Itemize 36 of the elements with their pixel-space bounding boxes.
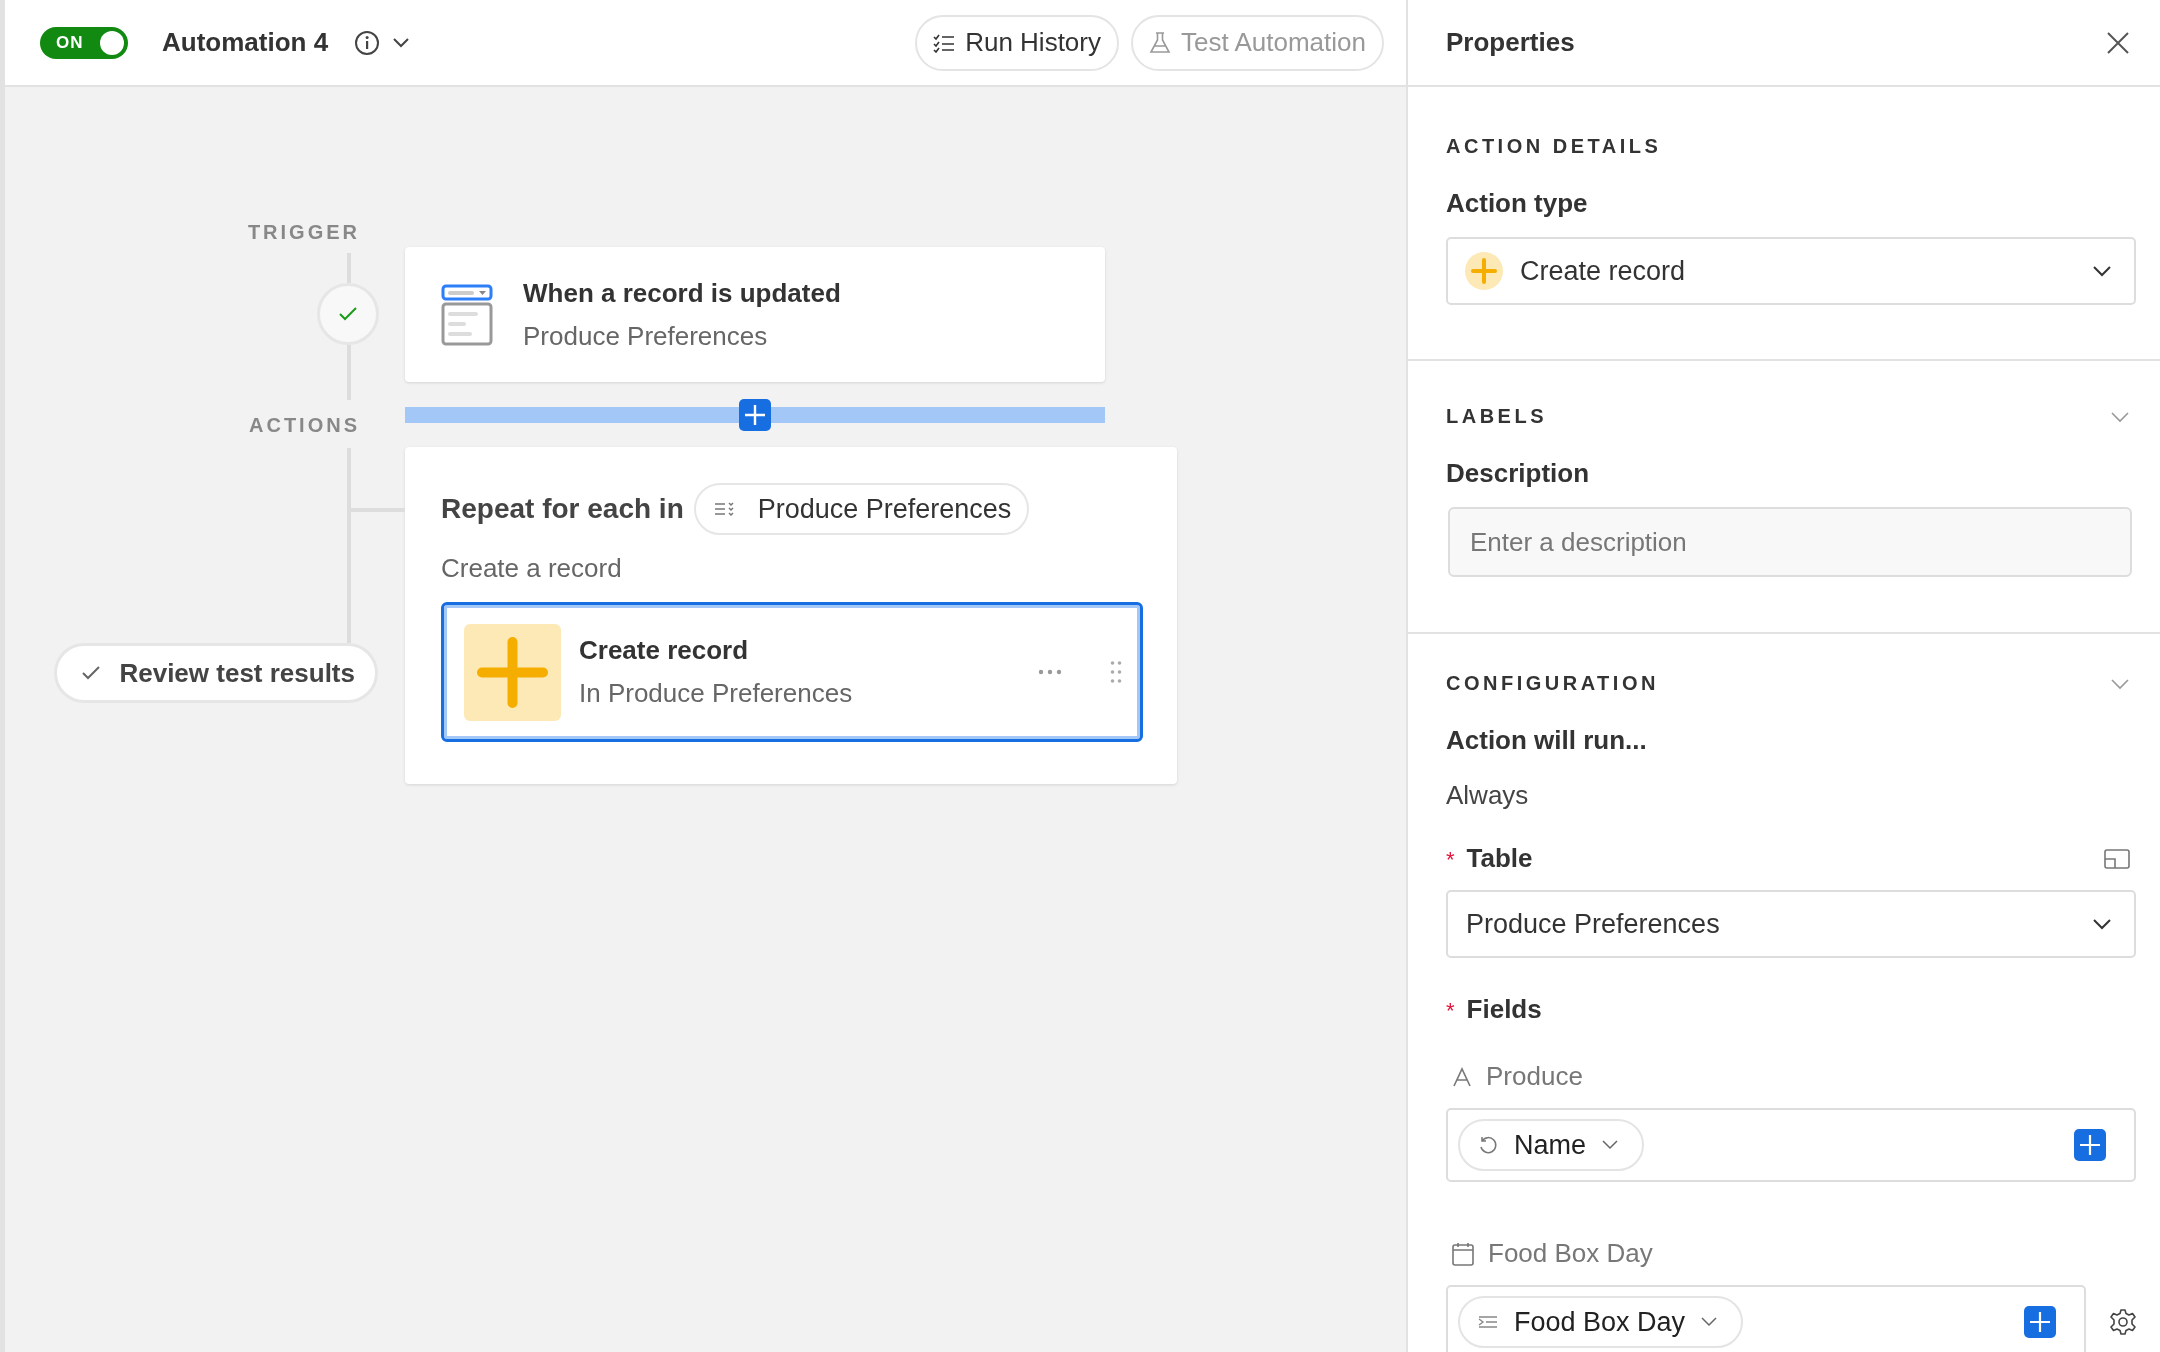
field-name: Produce	[1486, 1061, 1583, 1092]
action-card[interactable]: Create record In Produce Preferences	[441, 602, 1143, 742]
section-heading: LABELS	[1446, 405, 1547, 428]
section-heading: CONFIGURATION	[1446, 672, 1659, 695]
repeat-label: Repeat for each in	[441, 493, 684, 525]
run-history-button[interactable]: Run History	[915, 14, 1119, 71]
field-value-box[interactable]: Name	[1446, 1108, 2136, 1182]
trigger-card[interactable]: When a record is updated Produce Preferences	[405, 247, 1105, 382]
required-mark: *	[1446, 998, 1455, 1024]
table-dropdown[interactable]: Produce Preferences	[1446, 890, 2136, 958]
actions-label: ACTIONS	[249, 414, 360, 438]
field-label: Action will run...	[1446, 725, 1648, 756]
repeat-subtitle: Create a record	[441, 553, 623, 584]
field-label: Fields	[1466, 994, 1542, 1025]
field-name: Food Box Day	[1488, 1238, 1653, 1269]
trigger-label: TRIGGER	[247, 221, 360, 245]
action-table: In Produce Preferences	[579, 678, 853, 709]
field-value-box[interactable]: Food Box Day	[1446, 1285, 2086, 1352]
field-token[interactable]: Name	[1458, 1119, 1645, 1171]
on-off-toggle[interactable]: ON	[40, 26, 128, 59]
required-mark: *	[1446, 847, 1455, 873]
action-type-dropdown[interactable]: Create record	[1446, 237, 2136, 305]
trigger-title: When a record is updated	[523, 277, 841, 309]
run-condition: Always	[1446, 780, 1530, 811]
action-title: Create record	[579, 635, 750, 666]
list-source-pill[interactable]: Produce Preferences	[693, 483, 1030, 535]
field-label: Action type	[1446, 188, 1589, 219]
automation-title: Automation 4	[162, 27, 329, 58]
field-label: Description	[1446, 458, 1591, 489]
description-input[interactable]: Enter a description	[1448, 507, 2132, 577]
section-heading: ACTION DETAILS	[1446, 135, 1663, 158]
field-token[interactable]: Food Box Day	[1458, 1296, 1744, 1348]
trigger-table: Produce Preferences	[523, 320, 841, 352]
field-label: Table	[1466, 843, 1533, 874]
panel-title: Properties	[1446, 27, 1575, 58]
review-test-results-button[interactable]: Review test results	[54, 643, 378, 703]
